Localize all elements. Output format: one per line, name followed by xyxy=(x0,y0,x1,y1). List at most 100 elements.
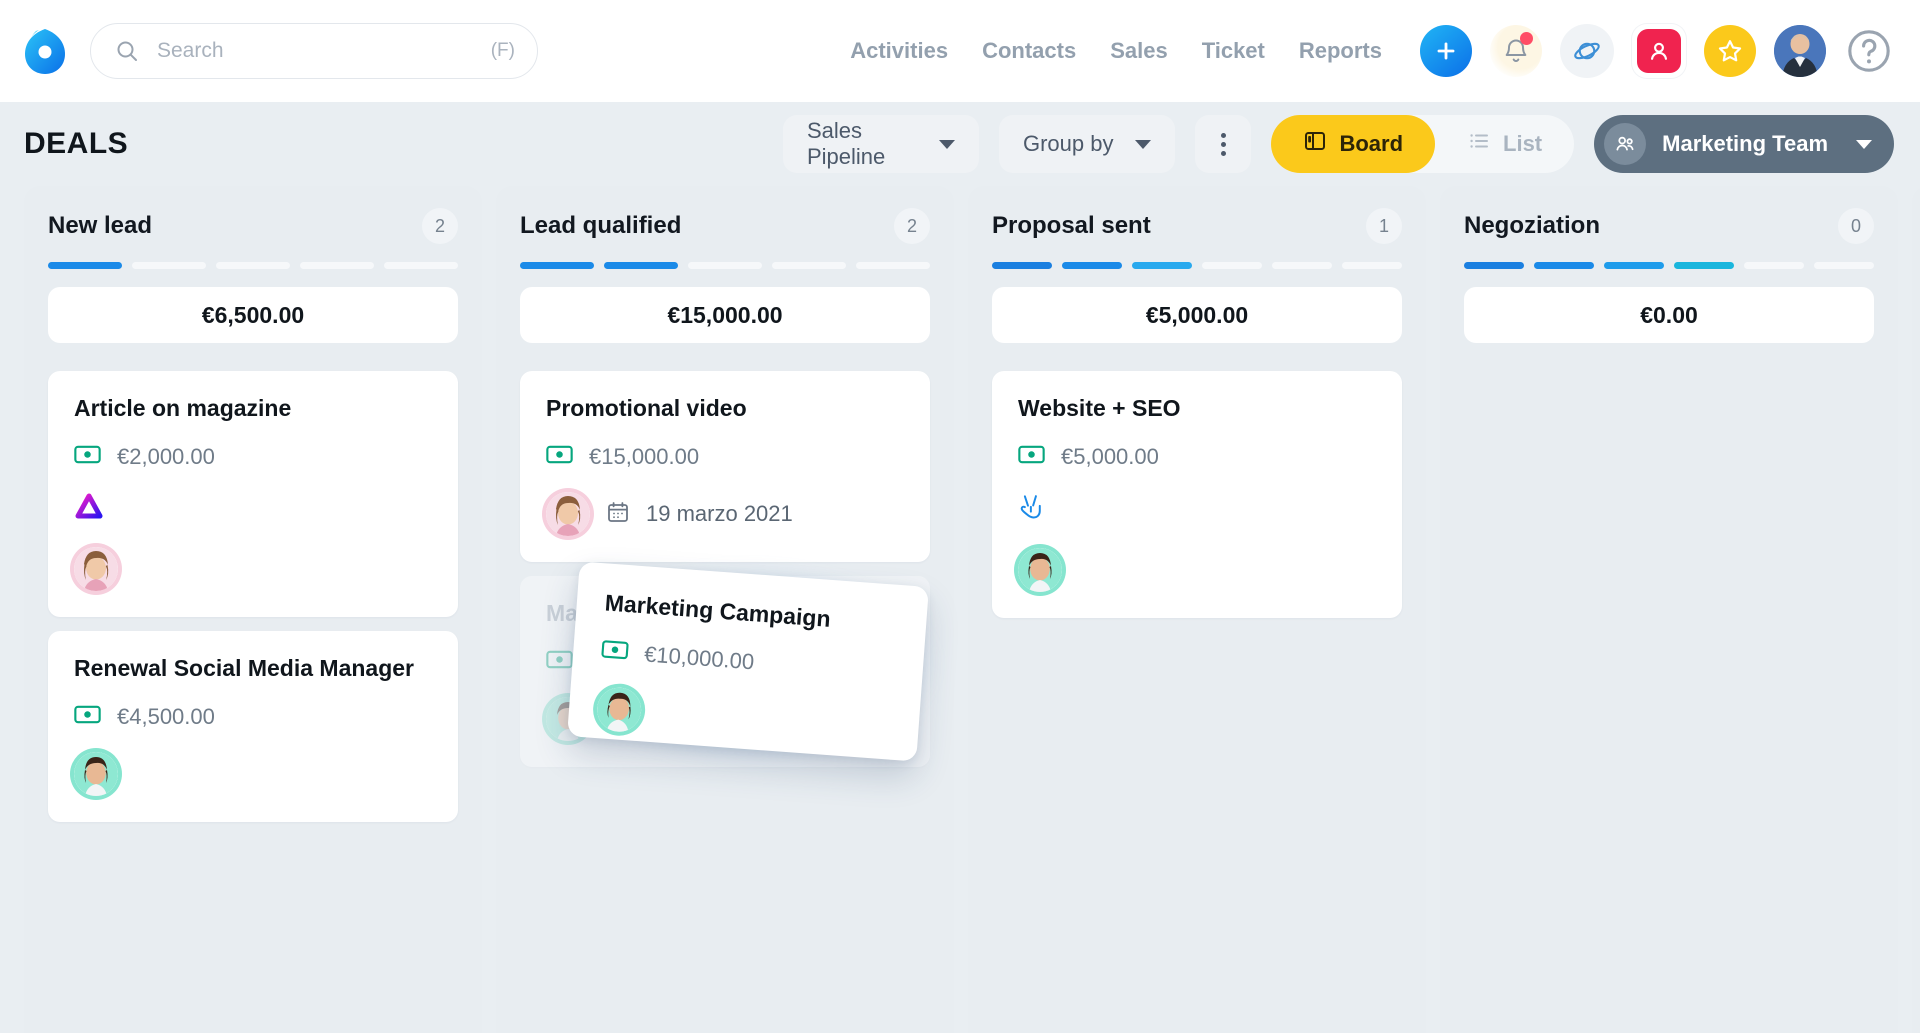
column-count-badge: 1 xyxy=(1366,208,1402,244)
deal-card[interactable]: Promotional video €15,000.00 xyxy=(520,371,930,562)
more-options-button[interactable] xyxy=(1195,115,1251,173)
nav-link-activities[interactable]: Activities xyxy=(850,38,948,64)
progress-segment xyxy=(1604,262,1664,269)
deal-tag-row xyxy=(74,492,432,525)
progress-segment xyxy=(992,262,1052,269)
tab-board-view[interactable]: Board xyxy=(1271,115,1435,173)
list-view-label: List xyxy=(1503,131,1542,157)
toolbar-controls: Sales Pipeline Group by Board xyxy=(783,115,1894,173)
deal-card-title: Marketing Campaign xyxy=(604,589,899,637)
column-title: Lead qualified xyxy=(520,212,681,240)
team-selector[interactable]: Marketing Team xyxy=(1594,115,1894,173)
pipeline-select[interactable]: Sales Pipeline xyxy=(783,115,979,173)
list-icon xyxy=(1467,129,1491,159)
avatar[interactable] xyxy=(1018,548,1062,592)
kanban-column-proposal-sent: Proposal sent 1 €5,000.00 Website + SEO xyxy=(968,186,1426,1033)
add-button[interactable] xyxy=(1420,25,1472,77)
progress-segment xyxy=(1464,262,1524,269)
deal-amount: €15,000.00 xyxy=(589,444,699,470)
deal-tag-row xyxy=(1018,492,1376,526)
tab-list-view[interactable]: List xyxy=(1435,115,1574,173)
kebab-menu-icon xyxy=(1221,142,1226,147)
peace-hand-icon xyxy=(1018,492,1045,526)
progress-segment xyxy=(384,262,458,269)
team-name-label: Marketing Team xyxy=(1662,131,1828,157)
column-card-list: Article on magazine €2,000.00 xyxy=(48,371,458,822)
avatar[interactable] xyxy=(74,752,118,796)
avatar[interactable] xyxy=(74,547,118,591)
triangle-brand-icon xyxy=(74,492,104,525)
column-count-badge: 2 xyxy=(894,208,930,244)
progress-segment xyxy=(1272,262,1332,269)
progress-segment xyxy=(1534,262,1594,269)
kanban-column-new-lead: New lead 2 €6,500.00 Article on magazine xyxy=(24,186,482,1033)
search-box[interactable]: (F) xyxy=(90,23,538,79)
user-avatar[interactable] xyxy=(1774,25,1826,77)
column-header: New lead 2 xyxy=(48,208,458,244)
nav-link-contacts[interactable]: Contacts xyxy=(982,38,1076,64)
column-total: €15,000.00 xyxy=(520,287,930,343)
pipeline-select-label: Sales Pipeline xyxy=(807,118,917,170)
calendar-icon xyxy=(606,500,630,529)
kebab-menu-icon xyxy=(1221,151,1226,156)
deal-assignee-row xyxy=(1018,548,1376,592)
progress-segment xyxy=(688,262,762,269)
column-total: €5,000.00 xyxy=(992,287,1402,343)
banknote-icon xyxy=(74,444,101,470)
progress-segment xyxy=(1062,262,1122,269)
deal-card-title: Renewal Social Media Manager xyxy=(74,655,432,682)
primary-nav-links: Activities Contacts Sales Ticket Reports xyxy=(850,38,1382,64)
group-by-label: Group by xyxy=(1023,131,1114,157)
search-shortcut-hint: (F) xyxy=(491,40,515,62)
group-by-select[interactable]: Group by xyxy=(999,115,1176,173)
deal-amount-row: €4,500.00 xyxy=(74,704,432,730)
search-input[interactable] xyxy=(157,39,491,63)
column-title: New lead xyxy=(48,212,152,240)
banknote-icon xyxy=(74,704,101,730)
column-header: Negoziation 0 xyxy=(1464,208,1874,244)
notification-badge-dot xyxy=(1520,32,1533,45)
column-progress-bar xyxy=(520,262,930,269)
deal-amount: €10,000.00 xyxy=(643,641,755,675)
deal-amount-row: €15,000.00 xyxy=(546,444,904,470)
column-header: Lead qualified 2 xyxy=(520,208,930,244)
deal-amount: €4,500.00 xyxy=(117,704,215,730)
deal-amount-row: €2,000.00 xyxy=(74,444,432,470)
deal-card[interactable]: Article on magazine €2,000.00 xyxy=(48,371,458,617)
avatar[interactable] xyxy=(546,492,590,536)
explore-button[interactable] xyxy=(1560,24,1614,78)
progress-segment xyxy=(856,262,930,269)
progress-segment xyxy=(48,262,122,269)
droplet-logo-icon[interactable] xyxy=(22,27,68,75)
progress-segment xyxy=(772,262,846,269)
dragged-deal-card[interactable]: Marketing Campaign €10,000.00 xyxy=(567,561,929,761)
view-mode-toggle: Board List xyxy=(1271,115,1574,173)
search-icon xyxy=(115,39,139,63)
notifications-button[interactable] xyxy=(1490,25,1542,77)
contact-card-button[interactable] xyxy=(1632,24,1686,78)
favorites-button[interactable] xyxy=(1704,25,1756,77)
deal-amount: €5,000.00 xyxy=(1061,444,1159,470)
deal-card[interactable]: Renewal Social Media Manager €4,500.00 xyxy=(48,631,458,822)
chevron-down-icon xyxy=(1856,140,1872,149)
progress-segment xyxy=(132,262,206,269)
banknote-icon xyxy=(546,649,573,675)
nav-link-sales[interactable]: Sales xyxy=(1110,38,1168,64)
help-button[interactable] xyxy=(1844,26,1894,76)
column-progress-bar xyxy=(992,262,1402,269)
column-card-list: Website + SEO €5,000.00 xyxy=(992,371,1402,618)
deal-assignee-row xyxy=(74,752,432,796)
page-title: DEALS xyxy=(24,127,128,161)
banknote-icon xyxy=(546,444,573,470)
deal-amount: €2,000.00 xyxy=(117,444,215,470)
nav-link-ticket[interactable]: Ticket xyxy=(1202,38,1265,64)
nav-link-reports[interactable]: Reports xyxy=(1299,38,1382,64)
avatar[interactable] xyxy=(596,686,643,733)
board-view-label: Board xyxy=(1339,131,1403,157)
deal-card[interactable]: Website + SEO €5,000.00 xyxy=(992,371,1402,618)
kanban-column-contract: Cont xyxy=(1912,186,1920,1033)
deal-card-title: Promotional video xyxy=(546,395,904,422)
people-icon xyxy=(1604,123,1646,165)
column-count-badge: 2 xyxy=(422,208,458,244)
deal-amount-row: €5,000.00 xyxy=(1018,444,1376,470)
